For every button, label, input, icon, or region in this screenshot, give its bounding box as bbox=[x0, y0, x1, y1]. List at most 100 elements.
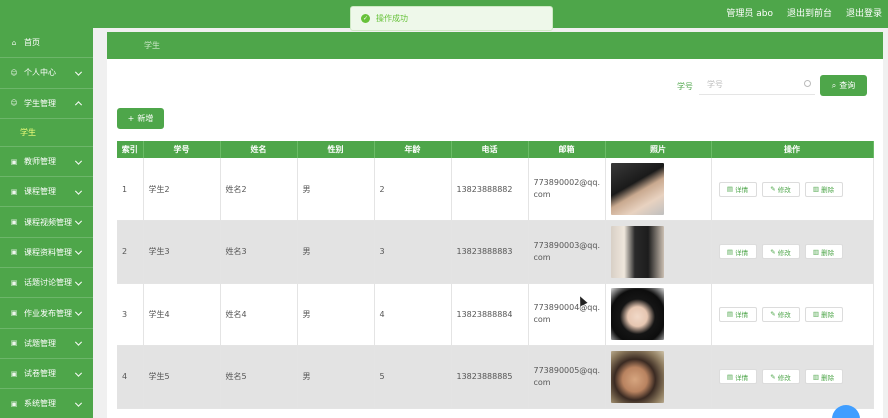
detail-button[interactable]: ▤ 详情 bbox=[718, 306, 757, 322]
edit-button[interactable]: ✎ 修改 bbox=[761, 244, 800, 260]
file-icon: ▤ bbox=[726, 310, 734, 319]
folder-icon: ▣ bbox=[10, 218, 18, 227]
folder-icon: ▣ bbox=[10, 248, 18, 257]
cell-email: 773890005@qq.com bbox=[528, 345, 606, 409]
chevron-down-icon bbox=[74, 217, 83, 225]
detail-button[interactable]: ▤ 详情 bbox=[718, 181, 757, 197]
sidebar-item-course-materials[interactable]: ▣ 课程资料管理 bbox=[0, 238, 93, 269]
student-photo bbox=[610, 163, 664, 215]
cell-email: 773890002@qq.com bbox=[528, 158, 606, 221]
folder-icon: ▣ bbox=[10, 278, 18, 287]
cell-age: 5 bbox=[374, 345, 452, 409]
folder-icon: ▣ bbox=[10, 339, 18, 348]
sidebar-item-teachers[interactable]: ▣ 教师管理 bbox=[0, 147, 93, 178]
admin-username: 管理员 abo bbox=[726, 8, 773, 19]
table-row: 2 学生3 姓名3 男 3 13823888883 773890003@qq.c… bbox=[117, 220, 874, 284]
search-placeholder: 学号 bbox=[707, 80, 723, 89]
cell-student-id: 学生2 bbox=[143, 158, 221, 221]
toast-message: 操作成功 bbox=[376, 14, 408, 23]
column-header: 邮箱 bbox=[528, 141, 606, 158]
sidebar-item-home[interactable]: ⌂ 首页 bbox=[0, 28, 93, 59]
cell-gender: 男 bbox=[297, 345, 375, 409]
cell-phone: 13823888885 bbox=[451, 345, 529, 409]
edit-button[interactable]: ✎ 修改 bbox=[761, 369, 800, 385]
trash-icon: ▥ bbox=[812, 372, 820, 381]
edit-icon: ✎ bbox=[770, 185, 776, 193]
back-to-frontend-link[interactable]: 退出到前台 bbox=[787, 6, 832, 19]
chevron-up-icon bbox=[74, 101, 83, 109]
sidebar-item-courses[interactable]: ▣ 课程管理 bbox=[0, 177, 93, 208]
cell-index: 1 bbox=[117, 158, 144, 221]
sidebar-item-papers[interactable]: ▣ 试卷管理 bbox=[0, 359, 93, 390]
column-header: 年龄 bbox=[374, 141, 452, 158]
table-row: 3 学生4 姓名4 男 4 13823888884 773890004@qq.c… bbox=[117, 283, 874, 346]
success-toast: ✓ 操作成功 bbox=[350, 6, 553, 31]
cell-email: 773890004@qq.com bbox=[528, 283, 606, 346]
user-icon: ☺ bbox=[10, 99, 18, 108]
trash-icon: ▥ bbox=[812, 185, 820, 193]
cell-name: 姓名5 bbox=[220, 345, 298, 409]
student-photo bbox=[610, 350, 664, 403]
chevron-down-icon bbox=[74, 308, 83, 316]
sidebar-item-questions[interactable]: ▣ 试题管理 bbox=[0, 329, 93, 359]
chevron-down-icon bbox=[74, 157, 83, 165]
add-button[interactable]: + 新增 bbox=[117, 108, 164, 129]
main-panel: 学号 学号 ⌕ 查询 + 新增 索引 学号 姓名 性别 年龄 电话 邮箱 照片 … bbox=[107, 59, 883, 418]
sidebar-item-system[interactable]: ▣ 系统管理 bbox=[0, 389, 93, 418]
delete-button[interactable]: ▥ 删除 bbox=[804, 306, 843, 322]
cell-index: 2 bbox=[117, 220, 144, 284]
chevron-down-icon bbox=[74, 187, 83, 195]
delete-button[interactable]: ▥ 删除 bbox=[804, 181, 843, 197]
cell-index: 3 bbox=[117, 283, 144, 346]
search-icon bbox=[804, 80, 811, 87]
file-icon: ▤ bbox=[726, 372, 734, 381]
search-button[interactable]: ⌕ 查询 bbox=[820, 75, 867, 96]
cell-student-id: 学生4 bbox=[143, 283, 221, 346]
sidebar-item-discussions[interactable]: ▣ 话题讨论管理 bbox=[0, 268, 93, 299]
sidebar-item-students[interactable]: ☺ 学生管理 bbox=[0, 89, 93, 119]
cell-name: 姓名2 bbox=[220, 158, 298, 221]
detail-button[interactable]: ▤ 详情 bbox=[718, 244, 757, 260]
sidebar-item-course-videos[interactable]: ▣ 课程视频管理 bbox=[0, 207, 93, 238]
cell-student-id: 学生3 bbox=[143, 220, 221, 284]
folder-icon: ▣ bbox=[10, 157, 18, 166]
delete-button[interactable]: ▥ 删除 bbox=[804, 369, 843, 385]
search-icon: ⌕ bbox=[831, 80, 837, 90]
search-input[interactable]: 学号 bbox=[699, 75, 815, 95]
folder-icon: ▣ bbox=[10, 187, 18, 196]
sidebar-item-homework[interactable]: ▣ 作业发布管理 bbox=[0, 298, 93, 329]
column-header: 学号 bbox=[143, 141, 221, 158]
cell-age: 4 bbox=[374, 283, 452, 346]
cell-gender: 男 bbox=[297, 158, 375, 221]
folder-icon: ▣ bbox=[10, 399, 18, 408]
cell-age: 3 bbox=[374, 220, 452, 284]
home-icon: ⌂ bbox=[11, 38, 17, 47]
cell-gender: 男 bbox=[297, 283, 375, 346]
edit-icon: ✎ bbox=[770, 310, 776, 319]
delete-button[interactable]: ▥ 删除 bbox=[804, 244, 843, 260]
folder-icon: ▣ bbox=[10, 309, 18, 318]
table-header-row: 索引 学号 姓名 性别 年龄 电话 邮箱 照片 操作 bbox=[117, 141, 874, 158]
search-label: 学号 bbox=[677, 82, 693, 91]
trash-icon: ▥ bbox=[812, 310, 820, 319]
edit-button[interactable]: ✎ 修改 bbox=[761, 181, 800, 197]
column-header: 索引 bbox=[117, 141, 144, 158]
chevron-down-icon bbox=[74, 339, 83, 347]
sidebar-subitem-student[interactable]: 学生 bbox=[0, 119, 93, 147]
detail-button[interactable]: ▤ 详情 bbox=[718, 369, 757, 385]
edit-button[interactable]: ✎ 修改 bbox=[761, 306, 800, 322]
column-header: 照片 bbox=[605, 141, 712, 158]
sidebar: ⌂ 首页 ☺ 个人中心 ☺ 学生管理 学生 ▣ 教师管理 ▣ 课程管理 ▣ 课程视频管理 ▣… bbox=[0, 28, 93, 418]
cell-gender: 男 bbox=[297, 220, 375, 284]
chevron-down-icon bbox=[74, 399, 83, 407]
edit-icon: ✎ bbox=[770, 372, 776, 381]
column-header: 电话 bbox=[451, 141, 529, 158]
logout-link[interactable]: 退出登录 bbox=[846, 6, 882, 19]
chevron-down-icon bbox=[74, 369, 83, 377]
cell-name: 姓名4 bbox=[220, 283, 298, 346]
cell-phone: 13823888883 bbox=[451, 220, 529, 284]
student-photo bbox=[610, 225, 664, 278]
student-table: 索引 学号 姓名 性别 年龄 电话 邮箱 照片 操作 1 学生2 姓名2 男 2… bbox=[117, 141, 874, 409]
column-header: 性别 bbox=[297, 141, 375, 158]
sidebar-item-profile[interactable]: ☺ 个人中心 bbox=[0, 58, 93, 89]
